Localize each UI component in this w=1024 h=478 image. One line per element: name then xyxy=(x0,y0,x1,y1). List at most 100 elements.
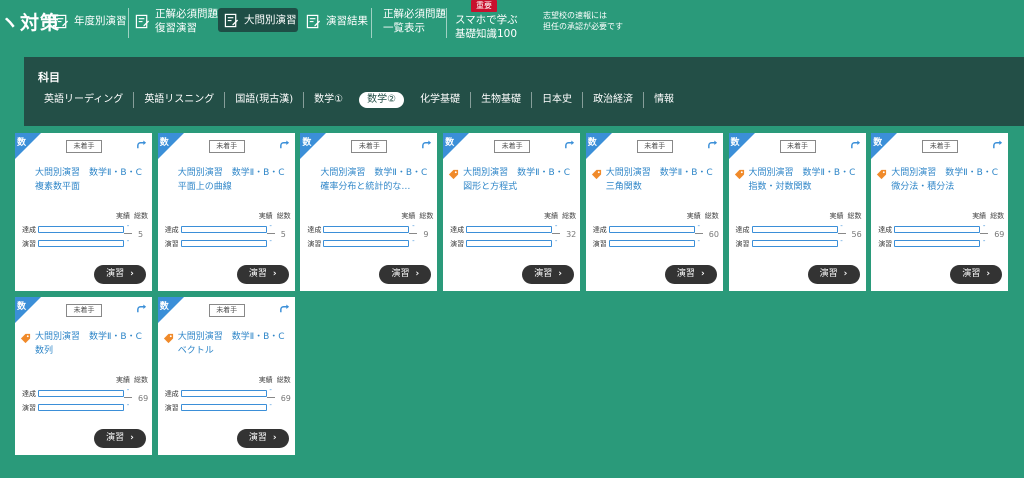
nav-section-practice[interactable]: 大問別演習 xyxy=(218,8,298,32)
nav-annual-practice[interactable]: 年度別演習 xyxy=(54,12,127,30)
start-practice-button[interactable]: 演習 › xyxy=(950,265,1003,284)
start-practice-button[interactable]: 演習 › xyxy=(664,265,717,284)
redo-arrow-icon[interactable] xyxy=(421,140,432,151)
card-title[interactable]: 大問別演習 数学Ⅱ・B・C 図形と方程式 xyxy=(463,166,579,194)
total-header: 総数 xyxy=(276,376,291,384)
redo-arrow-icon[interactable] xyxy=(279,304,290,315)
start-practice-button[interactable]: 演習 › xyxy=(522,265,575,284)
chevron-right-icon: › xyxy=(130,269,134,279)
start-practice-button[interactable]: 演習 › xyxy=(236,265,289,284)
chevron-right-icon: › xyxy=(130,433,134,443)
practice-card-6[interactable]: 数 未着手 大問別演習 数学Ⅱ・B・C 指数・対数関数 実績 総数 達成 - 演習… xyxy=(728,133,866,291)
redo-arrow-icon[interactable] xyxy=(992,140,1003,151)
tab-chemistry-basic[interactable]: 化学基礎 xyxy=(410,92,472,108)
card-title[interactable]: 大問別演習 数学Ⅱ・B・C 複素数平面 xyxy=(35,166,151,194)
card-title[interactable]: 大問別演習 数学Ⅱ・B・C 確率分布と統計的な… xyxy=(320,166,436,194)
achievement-value: - xyxy=(697,222,701,230)
practice-card-8[interactable]: 数 未着手 大問別演習 数学Ⅱ・B・C 数列 実績 総数 達成 - 演習 - 69… xyxy=(15,297,152,455)
result-header: 実績 xyxy=(829,212,844,220)
practice-value: - xyxy=(126,401,130,409)
achievement-label: 達成 xyxy=(164,226,179,234)
fraction-line xyxy=(266,397,275,398)
nav-smartphone-basics-label1: スマホで学ぶ xyxy=(455,14,518,26)
redo-arrow-icon[interactable] xyxy=(707,140,718,151)
start-practice-button[interactable]: 演習 › xyxy=(94,265,146,284)
tag-icon xyxy=(591,169,601,180)
redo-arrow-icon[interactable] xyxy=(136,140,147,151)
practice-value: - xyxy=(412,237,415,245)
nav-smartphone-basics[interactable]: スマホで学ぶ 基礎知識100 xyxy=(455,13,518,41)
stats-header: 実績 総数 xyxy=(255,375,291,385)
redo-arrow-icon[interactable] xyxy=(279,140,290,151)
practice-card-3[interactable]: 数 未着手 大問別演習 数学Ⅱ・B・C 確率分布と統計的な… 実績 総数 達成 -… xyxy=(300,133,438,291)
card-title[interactable]: 大問別演習 数学Ⅱ・B・C 三角関数 xyxy=(606,166,722,194)
start-practice-label: 演習 xyxy=(819,269,838,279)
card-title[interactable]: 大問別演習 数学Ⅱ・B・C 平面上の曲線 xyxy=(178,166,294,194)
fraction-line xyxy=(124,233,132,234)
start-practice-label: 演習 xyxy=(534,269,553,279)
practice-bar xyxy=(751,240,838,247)
nav-results[interactable]: 演習結果 xyxy=(306,12,368,30)
start-practice-button[interactable]: 演習 › xyxy=(236,429,289,448)
achievement-label: 達成 xyxy=(307,226,322,234)
start-practice-button[interactable]: 演習 › xyxy=(807,265,860,284)
achievement-value: - xyxy=(840,222,843,230)
start-practice-button[interactable]: 演習 › xyxy=(379,265,432,284)
redo-arrow-icon[interactable] xyxy=(850,140,861,151)
total-count: 32 xyxy=(566,230,577,239)
nav-notice-line1: 志望校の速報には xyxy=(543,11,607,20)
redo-arrow-icon[interactable] xyxy=(136,304,147,315)
card-title[interactable]: 大問別演習 数学Ⅱ・B・C 数列 xyxy=(35,330,151,358)
status-badge: 未着手 xyxy=(636,140,673,153)
important-badge: 重要 xyxy=(471,0,497,12)
practice-card-1[interactable]: 数 未着手 大問別演習 数学Ⅱ・B・C 複素数平面 実績 総数 達成 - 演習 -… xyxy=(15,133,152,291)
practice-value: - xyxy=(269,401,272,409)
achievement-label: 達成 xyxy=(592,226,607,234)
practice-bar xyxy=(466,240,553,247)
tab-english-reading[interactable]: 英語リーディング xyxy=(34,92,135,108)
subject-panel-title: 科目 xyxy=(38,71,60,84)
achievement-label: 達成 xyxy=(22,390,36,398)
tab-math-2[interactable]: 数学② xyxy=(359,92,405,108)
practice-label: 演習 xyxy=(592,240,607,248)
achievement-label: 達成 xyxy=(22,226,36,234)
fraction-line xyxy=(694,233,703,234)
practice-card-9[interactable]: 数 未着手 大問別演習 数学Ⅱ・B・C ベクトル 実績 総数 達成 - 演習 - … xyxy=(157,297,295,455)
practice-card-7[interactable]: 数 未着手 大問別演習 数学Ⅱ・B・C 微分法・積分法 実績 総数 達成 - 演習… xyxy=(871,133,1009,291)
tab-math-1[interactable]: 数学① xyxy=(304,92,353,108)
tab-biology-basic[interactable]: 生物基礎 xyxy=(471,92,533,108)
practice-value: - xyxy=(269,237,272,245)
subject-corner-label: 数 xyxy=(873,138,883,148)
practice-card-2[interactable]: 数 未着手 大問別演習 数学Ⅱ・B・C 平面上の曲線 実績 総数 達成 - 演習 … xyxy=(157,133,295,291)
nav-required-list[interactable]: 正解必須問題 一覧表示 xyxy=(383,7,446,35)
status-badge: 未着手 xyxy=(66,304,102,317)
tab-politics-economics[interactable]: 政治経済 xyxy=(583,92,645,108)
stats-header: 実績 総数 xyxy=(826,211,862,221)
tab-japanese[interactable]: 国語(現古漢) xyxy=(225,92,305,108)
nav-required-review-label1: 正解必須問題 xyxy=(155,8,218,20)
tab-information[interactable]: 情報 xyxy=(644,92,684,108)
practice-card-4[interactable]: 数 未着手 大問別演習 数学Ⅱ・B・C 図形と方程式 実績 総数 達成 - 演習 … xyxy=(443,133,581,291)
achievement-bar xyxy=(751,226,838,233)
stats-header: 実績 総数 xyxy=(112,211,148,221)
card-title[interactable]: 大問別演習 数学Ⅱ・B・C ベクトル xyxy=(178,330,294,358)
achievement-value: - xyxy=(269,386,272,394)
start-practice-button[interactable]: 演習 › xyxy=(94,429,146,448)
card-title[interactable]: 大問別演習 数学Ⅱ・B・C 微分法・積分法 xyxy=(891,166,1007,194)
total-count: 69 xyxy=(280,394,291,403)
result-header: 実績 xyxy=(972,212,987,220)
card-title[interactable]: 大問別演習 数学Ⅱ・B・C 指数・対数関数 xyxy=(749,166,865,194)
nav-required-review[interactable]: 正解必須問題 復習演習 xyxy=(135,7,218,35)
practice-card-5[interactable]: 数 未着手 大問別演習 数学Ⅱ・B・C 三角関数 実績 総数 達成 - 演習 - … xyxy=(585,133,723,291)
tab-japanese-history[interactable]: 日本史 xyxy=(532,92,584,108)
redo-arrow-icon[interactable] xyxy=(564,140,575,151)
nav-required-list-label1: 正解必須問題 xyxy=(383,8,446,20)
nav-smartphone-basics-label2: 基礎知識100 xyxy=(455,28,518,40)
achievement-bar xyxy=(180,390,267,397)
tab-english-listening[interactable]: 英語リスニング xyxy=(134,92,226,108)
stats-header: 実績 総数 xyxy=(397,211,433,221)
practice-bar xyxy=(38,404,124,411)
total-count: 69 xyxy=(994,230,1005,239)
chevron-right-icon: › xyxy=(700,269,705,279)
brand-title: ヽ対策 xyxy=(0,12,61,34)
